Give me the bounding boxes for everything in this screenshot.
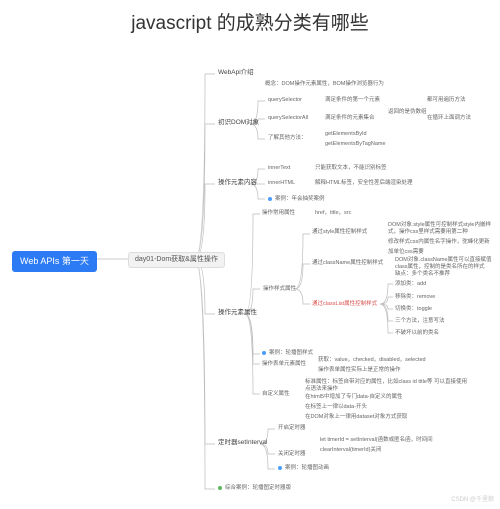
sec4-d-n2: 在html5中增加了专门data-自定义的属性 [305, 394, 403, 401]
sec4-d-n3: 在标签上一律以data-开头 [305, 404, 367, 411]
sec4-b2-n1: DOM对象.className属性可以直接赋值class属性，控制的是类名所在的… [395, 257, 495, 270]
sec4-b1-n1: DOM对象.style属性可控制样式style内嵌样式，操作css里样式需要用第… [388, 222, 493, 235]
sec3-label[interactable]: 操作元素内容 [218, 179, 257, 187]
sec5-a-n2: clearInterval(timerId)关闭 [320, 447, 381, 454]
sec2-sub2-note: 满足条件的元素集合 [325, 115, 375, 122]
sec4-b1: 通过style属性控制样式 [312, 229, 367, 236]
sec4-c-n2: 操作表单属性实际上是正常的操作 [318, 367, 401, 374]
sec4-b2: 通过className属性控制样式 [312, 260, 383, 267]
sec6-label[interactable]: 综合案例：轮播图定时器版 [218, 485, 291, 492]
root-node[interactable]: Web APIs 第一天 [12, 251, 97, 272]
sec3-a: innerText [268, 165, 290, 172]
sec2-sub2: querySelectorAll [268, 115, 308, 122]
sec5-label[interactable]: 定时器setInterval [218, 439, 268, 447]
sec4-b3: 通过classList属性控制样式 [312, 301, 377, 308]
sec2-sub2-r1: 返回的是伪数组 [388, 109, 427, 116]
sec4-d-n4: 在DOM对象上一律用dataset对象方式获取 [305, 414, 407, 421]
sec4-b3-c: 切换类：toggle [395, 306, 432, 313]
sec1-item: 概念：DOM操作元素属性，BOM操作浏览器行为 [265, 81, 384, 88]
sec4-b-title: 操作样式属性 [263, 286, 296, 293]
sec4-b3-e: 不破坏以前的类名 [395, 330, 439, 337]
page-title: javascript 的成熟分类有哪些 [0, 0, 500, 39]
sec4-b2-n2: 缺点：多个类名不推荐 [395, 271, 450, 278]
sec4-c-n1: 获取：value，checked，disabled，selected [318, 357, 426, 364]
mindmap-canvas: Web APIs 第一天 day01-Dom获取&属性操作 WebApi介绍 概… [0, 39, 500, 509]
sec1-label[interactable]: WebApi介绍 [218, 69, 254, 77]
sec4-b3-a: 添加类：add [395, 281, 426, 288]
sec4-b1-n2: 修改样式css内属性名字操作，驼峰化更新 [388, 239, 490, 246]
sec4-a-note: href，title，src [315, 210, 351, 217]
sec2-sub1: querySelector [268, 97, 302, 104]
sec3-case: 案例：年会抽奖案例 [268, 196, 325, 203]
sec4-case: 案例：轮播图样式 [262, 350, 313, 357]
sec4-b3-b: 移除类：remove [395, 294, 435, 301]
sec3-a-note: 只能获取文本，不能识别标签 [315, 165, 387, 172]
sec5-a-n1: let timerId = setInterval(函数或匿名函，时间间 [320, 437, 433, 444]
sec2-sub2-r3: 在循环上面调方法 [427, 115, 471, 122]
sec2-sub3-note2: getElementsByTagName [325, 141, 386, 148]
sec4-label[interactable]: 操作元素属性 [218, 309, 257, 317]
sec5-b: 关闭定时器 [278, 451, 306, 458]
sec5-a: 开启定时器 [278, 425, 306, 432]
sec4-b1-n3: 加单位css需要 [388, 249, 424, 256]
sec2-sub3-note: getElementsById [325, 131, 367, 138]
sec2-sub1-note: 满足条件的第一个元素 [325, 97, 380, 104]
sec3-b: innerHTML [268, 180, 295, 187]
watermark: CSDN @千里狼 [451, 494, 494, 503]
sec4-a: 操作常用属性 [262, 210, 295, 217]
sec2-label[interactable]: 初识DOM对象 [218, 119, 259, 127]
sec5-case: 案例：轮播图动画 [278, 465, 329, 472]
sec2-sub3: 了解其他方法： [268, 135, 307, 142]
sec2-sub2-r2: 都可用遍历方法 [427, 97, 466, 104]
sec4-c: 操作表单元素属性 [262, 361, 306, 368]
sec3-b-note: 解释HTML标签，安全性差后端渲染处理 [315, 180, 412, 187]
lvl1-node[interactable]: day01-Dom获取&属性操作 [128, 252, 225, 268]
sec4-d-n1: 标准属性：标签自带对应的属性，比如class id title等 可以直接使用点… [305, 379, 470, 392]
sec4-b3-d: 三个方法，注意写法 [395, 318, 445, 325]
sec4-d: 自定义属性 [262, 391, 290, 398]
